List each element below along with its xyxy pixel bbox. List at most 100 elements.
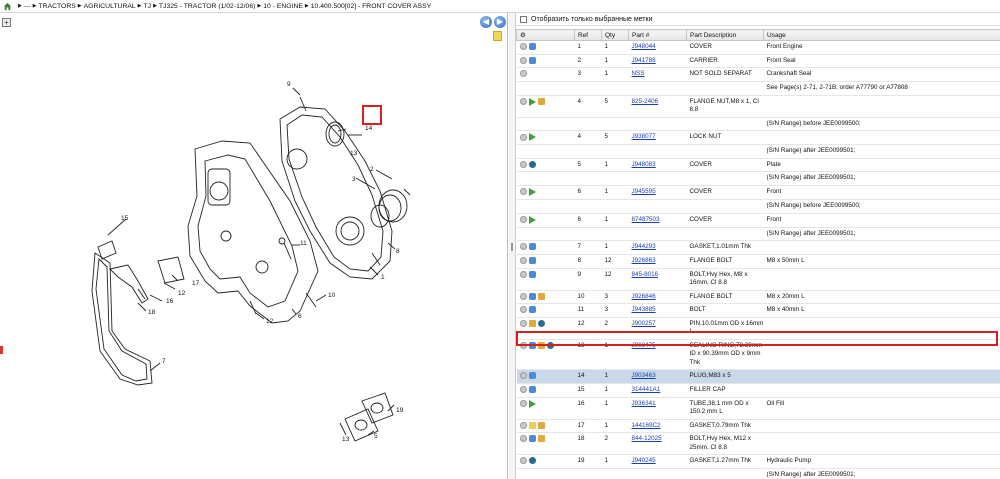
table-row[interactable]: 4 5 825-2406 FLANGE NUT,M8 x 1, Cl 8.8 — [516, 95, 1000, 118]
package-icon[interactable] — [537, 435, 545, 443]
info-icon[interactable] — [528, 341, 536, 349]
table-row[interactable]: 17 1 144169C2 GASKET,0.79mm Thk — [516, 419, 1000, 434]
options-icon[interactable] — [519, 56, 527, 64]
pane-splitter[interactable] — [509, 13, 516, 479]
table-row[interactable]: 15 1 314441A1 FILLER CAP — [516, 383, 1000, 398]
column-header-description[interactable]: Part Description — [686, 29, 764, 41]
table-row[interactable]: 13 1 J903475 SEALING RING,72.39mm ID x 90.3… — [516, 339, 1000, 371]
table-row[interactable]: 16 1 J936341 TUBE,38.1 mm OD x 150.2 mm L Oi… — [516, 397, 1000, 420]
globe-icon[interactable] — [546, 341, 554, 349]
table-row[interactable]: 1 1 J948044 COVER Front Engine — [516, 40, 1000, 55]
options-icon[interactable] — [519, 270, 527, 278]
table-row[interactable]: (S/N Range) before JEE0099500; — [516, 199, 1000, 214]
breadcrumb-item[interactable]: --- — [24, 3, 31, 10]
options-icon[interactable] — [519, 400, 527, 408]
info-icon[interactable] — [528, 435, 536, 443]
info-icon[interactable] — [528, 256, 536, 264]
part-number-link[interactable]: 87487503 — [632, 216, 660, 223]
table-row[interactable]: 18 2 844-12025 BOLT,Hvy Hex, M12 x 25mm, Cl… — [516, 432, 1000, 456]
options-icon[interactable] — [519, 70, 527, 78]
options-icon[interactable] — [519, 188, 527, 196]
table-row[interactable]: 10 3 J926846 FLANGE BOLT M8 x 20mm L — [516, 290, 1000, 305]
column-header-ref[interactable]: Ref — [574, 29, 602, 41]
options-icon[interactable] — [519, 372, 527, 380]
part-number-link[interactable]: NSS — [632, 70, 645, 77]
part-number-link[interactable]: 825-2406 — [632, 98, 659, 105]
column-header-part[interactable]: Part # — [628, 29, 687, 41]
part-number-link[interactable]: 844-12025 — [632, 435, 662, 442]
part-number-link[interactable]: 144169C2 — [632, 422, 661, 429]
add-to-cart-icon[interactable] — [528, 133, 536, 142]
column-header-qty[interactable]: Qty — [601, 29, 629, 41]
part-number-link[interactable]: J900257 — [632, 320, 656, 327]
info-icon[interactable] — [528, 43, 536, 50]
part-number-link[interactable]: J948083 — [632, 161, 656, 168]
options-icon[interactable] — [519, 435, 527, 443]
settings-icon[interactable]: ⚙ — [516, 29, 575, 41]
options-icon[interactable] — [519, 98, 527, 106]
show-selected-checkbox[interactable] — [520, 15, 527, 23]
info-icon[interactable] — [528, 270, 536, 278]
options-icon[interactable] — [519, 341, 527, 349]
table-row[interactable]: (S/N Range) after JEE0099501; — [516, 171, 1000, 186]
breadcrumb-item[interactable]: 10 - ENGINE — [263, 3, 303, 10]
note-icon[interactable] — [528, 421, 536, 429]
table-row[interactable]: 19 1 J940245 GASKET,1.27mm Thk Hydraulic Pum… — [516, 454, 1000, 470]
options-icon[interactable] — [519, 306, 527, 314]
table-row[interactable]: 14 1 J903463 PLUG,M83 x 5 — [516, 369, 1000, 385]
options-icon[interactable] — [519, 160, 527, 168]
table-row[interactable]: 5 1 J948083 COVER Plate — [516, 158, 1000, 173]
table-row[interactable]: 2 1 J941788 CARRIER Front Seal — [516, 54, 1000, 69]
home-icon[interactable] — [3, 2, 12, 11]
breadcrumb-item[interactable]: TRACTORS — [39, 3, 76, 10]
next-page-button[interactable]: ▶ — [494, 16, 506, 28]
options-icon[interactable] — [519, 457, 527, 465]
part-number-link[interactable]: J903475 — [632, 342, 656, 349]
globe-icon[interactable] — [537, 319, 545, 327]
part-number-link[interactable]: J936341 — [632, 400, 656, 407]
part-number-link[interactable]: J941788 — [632, 57, 656, 64]
add-to-cart-icon[interactable] — [528, 187, 536, 196]
info-icon[interactable] — [528, 386, 536, 394]
part-number-link[interactable]: J943885 — [632, 306, 656, 313]
options-icon[interactable] — [519, 386, 527, 394]
part-number-link[interactable]: J940245 — [632, 457, 656, 464]
part-number-link[interactable]: J926846 — [632, 293, 656, 300]
table-row[interactable]: 3 1 NSS NOT SOLD SEPARAT Crankshaft Seal — [516, 67, 1000, 83]
column-header-usage[interactable]: Usage — [763, 29, 1000, 41]
globe-icon[interactable] — [528, 160, 536, 168]
options-icon[interactable] — [519, 256, 527, 264]
package-icon[interactable] — [528, 319, 536, 327]
part-number-link[interactable]: J944293 — [632, 243, 656, 250]
options-icon[interactable] — [519, 43, 527, 50]
options-icon[interactable] — [519, 243, 527, 251]
breadcrumb-item[interactable]: AGRICULTURAL — [84, 3, 136, 10]
info-icon[interactable] — [528, 372, 536, 380]
add-to-cart-icon[interactable] — [528, 97, 536, 106]
splitter-grip-icon[interactable] — [511, 243, 513, 251]
globe-icon[interactable] — [528, 457, 536, 465]
package-icon[interactable] — [537, 421, 545, 429]
part-number-link[interactable]: 314441A1 — [632, 386, 661, 393]
breadcrumb-item[interactable]: TJ325 - TRACTOR (1/02-12/06) — [159, 3, 255, 10]
table-row[interactable]: (S/N Range) after JEE0099501; — [516, 144, 1000, 159]
table-row[interactable]: 9 12 845-8016 BOLT,Hvy Hex, M8 x 16mm, Cl 8… — [516, 268, 1000, 291]
table-row[interactable]: (S/N Range) after JEE0099501; — [516, 227, 1000, 242]
info-icon[interactable] — [528, 306, 536, 314]
options-icon[interactable] — [519, 133, 527, 141]
table-row[interactable]: 4 5 J938077 LOCK NUT — [516, 130, 1000, 146]
add-to-cart-icon[interactable] — [528, 399, 536, 408]
table-row[interactable]: 6 1 J945595 COVER Front — [516, 185, 1000, 201]
options-icon[interactable] — [519, 216, 527, 224]
table-row[interactable]: (S/N Range) before JEE0099500; — [516, 117, 1000, 131]
part-number-link[interactable]: J948044 — [632, 43, 656, 50]
part-number-link[interactable]: 845-8016 — [632, 271, 659, 278]
package-icon[interactable] — [537, 341, 545, 349]
part-number-link[interactable]: J938077 — [632, 133, 656, 140]
table-row[interactable]: 11 3 J943885 BOLT M8 x 40mm L — [516, 303, 1000, 318]
table-row[interactable]: (S/N Range) after JEE0099501; — [516, 468, 1000, 479]
expand-icon[interactable]: + — [2, 18, 11, 27]
table-row[interactable]: 6 1 87487503 COVER Front — [516, 213, 1000, 228]
package-icon[interactable] — [537, 98, 545, 106]
options-icon[interactable] — [519, 292, 527, 300]
